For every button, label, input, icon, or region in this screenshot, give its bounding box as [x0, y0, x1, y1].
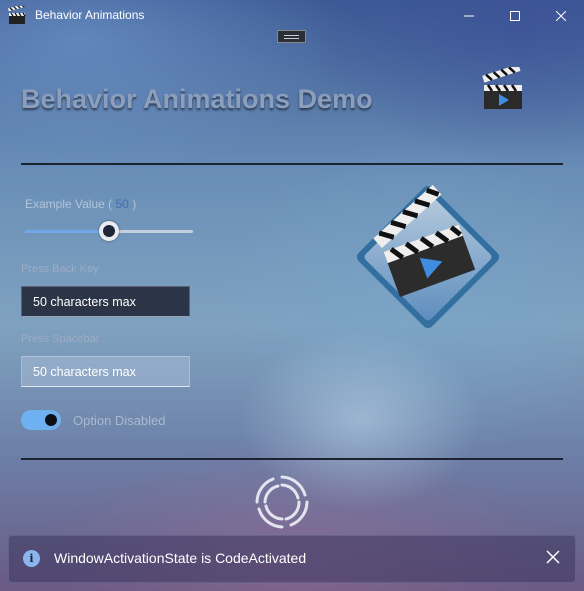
- loading-spinner-icon: [255, 475, 309, 529]
- maximize-icon: [510, 11, 520, 21]
- divider-bottom: [21, 458, 563, 460]
- info-bar: i WindowActivationState is CodeActivated: [8, 535, 576, 583]
- close-icon: [556, 11, 566, 21]
- slider-fill: [25, 230, 109, 233]
- back-key-input[interactable]: 50 characters max: [21, 286, 190, 317]
- spacebar-label: Press Spacebar: [21, 333, 100, 345]
- close-icon: [546, 550, 560, 564]
- slider-label-prefix: Example Value (: [25, 197, 113, 211]
- maximize-button[interactable]: [492, 0, 538, 32]
- option-toggle[interactable]: [21, 410, 61, 430]
- toggle-knob: [45, 414, 57, 426]
- slider-value: 50: [115, 197, 129, 211]
- clapperboard-icon: [482, 67, 522, 109]
- slider-label: Example Value ( 50 ): [25, 197, 136, 211]
- info-icon: i: [23, 550, 40, 567]
- back-key-label: Press Back Key: [21, 263, 99, 275]
- clapperboard-icon: [356, 184, 500, 329]
- toggle-label: Option Disabled: [73, 413, 166, 428]
- drag-handle[interactable]: [277, 30, 306, 43]
- page-title: Behavior Animations Demo: [21, 84, 373, 114]
- title-bar: Behavior Animations: [0, 0, 584, 32]
- divider-top: [21, 163, 563, 165]
- close-button[interactable]: [538, 0, 584, 32]
- clapperboard-icon: [7, 6, 26, 24]
- spacebar-input[interactable]: 50 characters max: [21, 356, 190, 387]
- info-message: WindowActivationState is CodeActivated: [54, 550, 307, 566]
- minimize-icon: [464, 15, 474, 17]
- minimize-button[interactable]: [446, 0, 492, 32]
- window-title: Behavior Animations: [35, 8, 145, 22]
- slider-thumb[interactable]: [99, 221, 119, 241]
- slider-label-suffix: ): [132, 197, 137, 211]
- info-close-button[interactable]: [545, 549, 561, 570]
